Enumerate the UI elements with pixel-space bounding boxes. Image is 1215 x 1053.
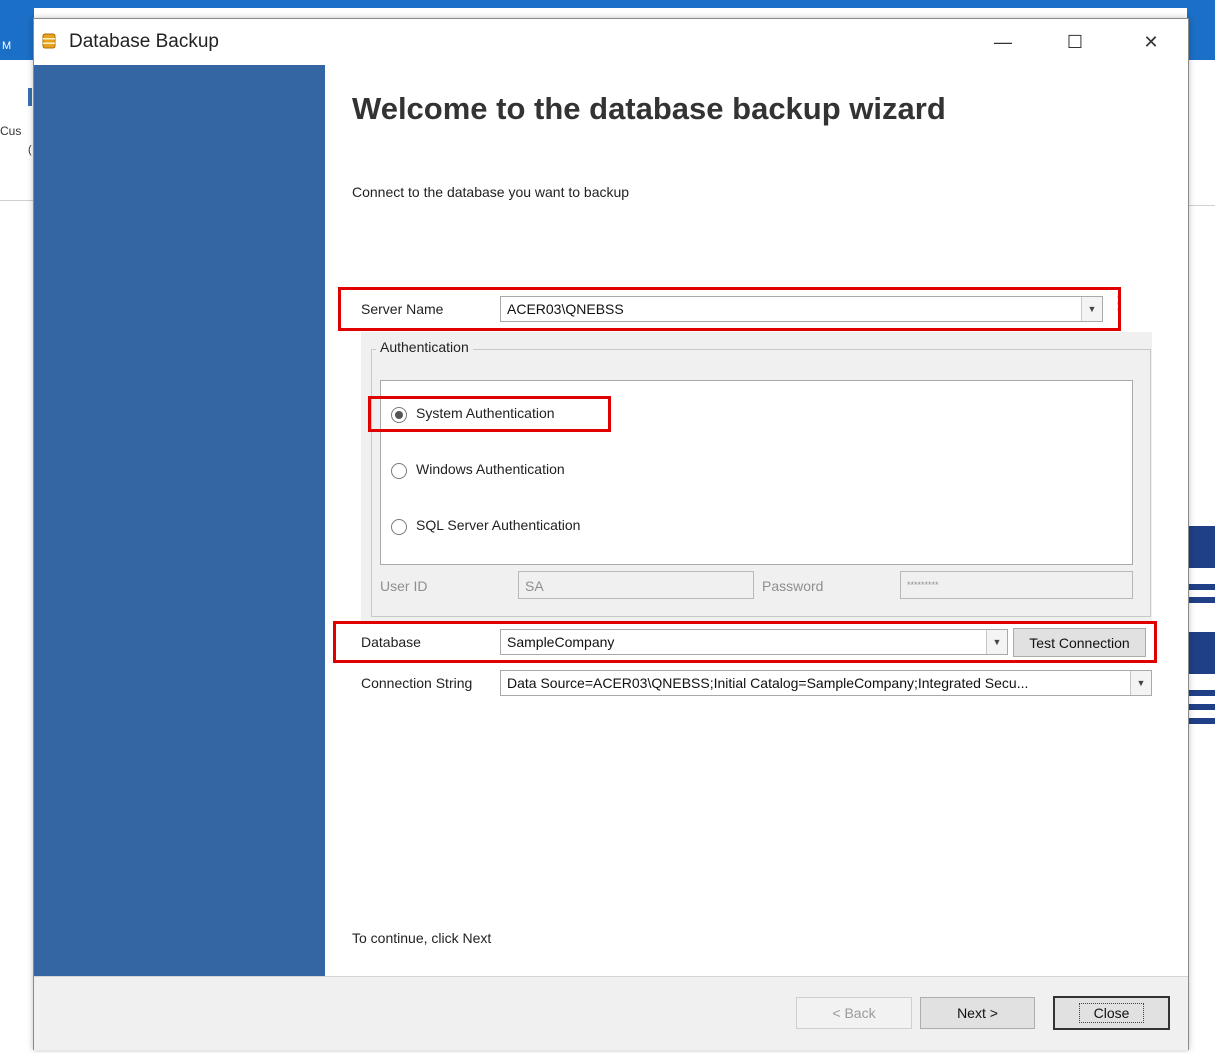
- radio-windows-authentication[interactable]: [391, 463, 407, 479]
- background-app-block: [1188, 632, 1215, 674]
- close-label: Close: [1078, 1003, 1145, 1023]
- connection-string-value: Data Source=ACER03\QNEBSS;Initial Catalo…: [507, 675, 1029, 691]
- wizard-heading: Welcome to the database backup wizard: [352, 91, 946, 126]
- windows-authentication-label[interactable]: Windows Authentication: [416, 461, 565, 477]
- background-app-line: [1188, 690, 1215, 696]
- minimize-icon: —: [994, 31, 1012, 52]
- close-icon: ✕: [1143, 31, 1159, 52]
- background-app-line: [1188, 597, 1215, 603]
- background-app-line: [1188, 584, 1215, 590]
- database-icon: [42, 33, 56, 49]
- radio-sql-server-authentication[interactable]: [391, 519, 407, 535]
- maximize-icon: ☐: [1066, 31, 1084, 52]
- wizard-sidebar: [34, 65, 325, 976]
- dialog-titlebar[interactable]: Database Backup — ☐ ✕: [34, 19, 1188, 65]
- background-app-line: [1188, 704, 1215, 710]
- password-value: *********: [907, 580, 939, 590]
- background-app-side-label-2: (: [28, 144, 32, 156]
- chevron-down-icon[interactable]: ▼: [1130, 671, 1151, 695]
- connection-string-label: Connection String: [361, 675, 473, 691]
- wizard-footer-text: To continue, click Next: [352, 930, 492, 946]
- highlight-database: [333, 621, 1157, 663]
- wizard-subtext: Connect to the database you want to back…: [352, 184, 630, 200]
- password-input[interactable]: *********: [900, 571, 1133, 599]
- background-app-title: M: [2, 40, 12, 52]
- user-id-value: SA: [525, 578, 544, 594]
- close-window-button[interactable]: ✕: [1128, 19, 1174, 65]
- sql-server-authentication-label[interactable]: SQL Server Authentication: [416, 517, 580, 533]
- dialog-title: Database Backup: [69, 31, 219, 52]
- next-label: Next >: [957, 1005, 998, 1021]
- background-app-titlebar: [0, 0, 1215, 8]
- password-label: Password: [762, 578, 824, 594]
- database-backup-dialog: Database Backup — ☐ ✕ Welcome to the dat…: [33, 18, 1189, 1050]
- background-app-block: [1188, 526, 1215, 568]
- background-app-divider: [0, 200, 34, 201]
- background-app-side-label: Cus: [0, 124, 22, 138]
- authentication-group-title: Authentication: [376, 339, 473, 355]
- next-button[interactable]: Next >: [920, 997, 1035, 1029]
- back-button[interactable]: < Back: [796, 997, 912, 1029]
- background-app-line: [1188, 718, 1215, 724]
- minimize-button[interactable]: —: [980, 19, 1026, 65]
- connection-string-combo[interactable]: Data Source=ACER03\QNEBSS;Initial Catalo…: [500, 670, 1152, 696]
- back-label: < Back: [832, 1005, 876, 1021]
- background-app-marker: [28, 88, 32, 106]
- background-app-divider-right: [1188, 205, 1215, 206]
- maximize-button[interactable]: ☐: [1052, 19, 1098, 65]
- user-id-input[interactable]: SA: [518, 571, 754, 599]
- background-app-right-strip: [1187, 8, 1215, 60]
- highlight-system-authentication: [368, 396, 611, 432]
- highlight-server-name: [338, 287, 1121, 331]
- user-id-label: User ID: [380, 578, 428, 594]
- wizard-button-bar: < Back Next > Close: [34, 976, 1188, 1050]
- close-button[interactable]: Close: [1053, 996, 1170, 1030]
- background-app-left-strip: M: [0, 8, 34, 60]
